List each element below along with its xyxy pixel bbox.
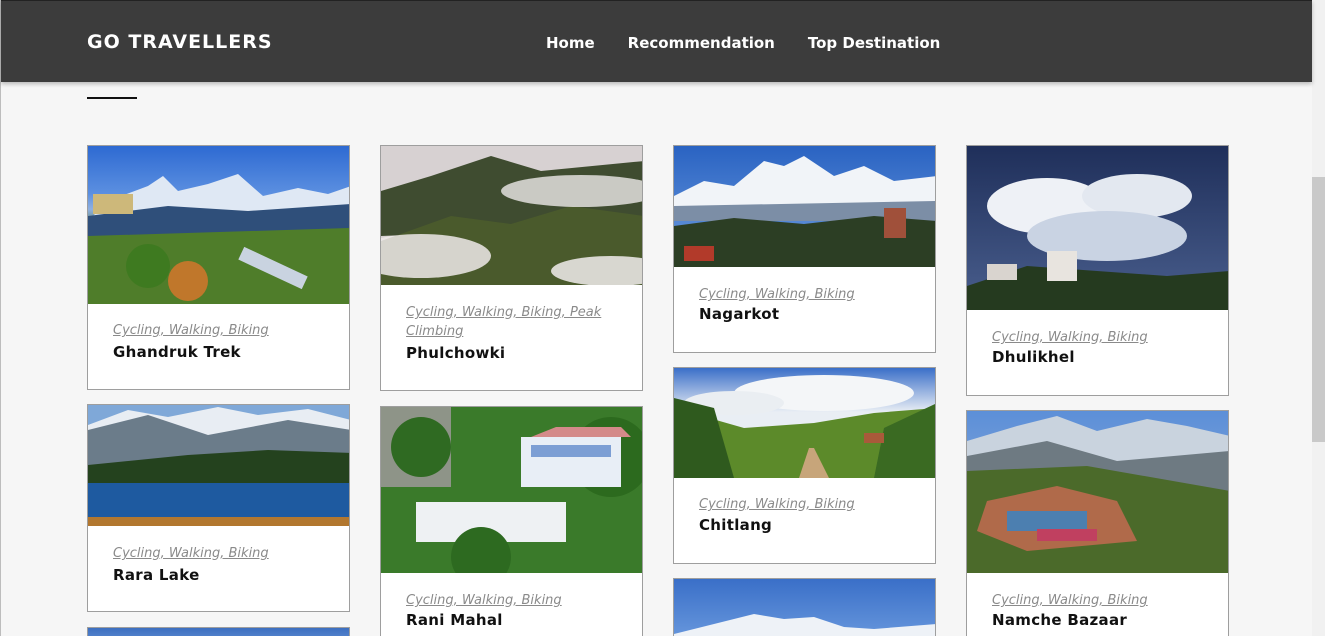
card-image: [674, 368, 935, 478]
top-navbar: GO TRAVELLERS Home Recommendation Top De…: [1, 0, 1312, 82]
card-image: [88, 628, 349, 636]
card-title[interactable]: Rara Lake: [113, 566, 200, 584]
card-title[interactable]: Namche Bazaar: [992, 611, 1127, 629]
destination-card-rani-mahal[interactable]: Cycling, Walking, Biking Rani Mahal: [380, 406, 643, 636]
card-title[interactable]: Chitlang: [699, 516, 772, 534]
card-image: [381, 407, 642, 573]
destination-card-partial[interactable]: [87, 627, 350, 636]
destination-card-dhulikhel[interactable]: Cycling, Walking, Biking Dhulikhel: [966, 145, 1229, 396]
nav-home[interactable]: Home: [546, 34, 595, 52]
nav-recommendation[interactable]: Recommendation: [628, 34, 775, 52]
section-title-underline: [87, 97, 137, 99]
destination-card-rara[interactable]: Cycling, Walking, Biking Rara Lake: [87, 404, 350, 612]
destination-card-chitlang[interactable]: Cycling, Walking, Biking Chitlang: [673, 367, 936, 564]
destination-card-phulchowki[interactable]: Cycling, Walking, Biking, Peak Climbing …: [380, 145, 643, 391]
card-image: [967, 146, 1228, 310]
main-nav: Home Recommendation Top Destination: [546, 34, 973, 52]
card-tags[interactable]: Cycling, Walking, Biking: [113, 544, 328, 563]
brand-logo[interactable]: GO TRAVELLERS: [87, 31, 273, 53]
card-image: [967, 411, 1228, 573]
destination-card-partial[interactable]: [673, 578, 936, 636]
card-title[interactable]: Phulchowki: [406, 344, 505, 362]
card-tags[interactable]: Cycling, Walking, Biking: [992, 328, 1207, 347]
card-image: [674, 579, 935, 636]
destination-card-ghandruk[interactable]: Cycling, Walking, Biking Ghandruk Trek: [87, 145, 350, 390]
card-title[interactable]: Rani Mahal: [406, 611, 503, 629]
card-image: [674, 146, 935, 267]
card-tags[interactable]: Cycling, Walking, Biking: [113, 321, 328, 340]
card-tags[interactable]: Cycling, Walking, Biking: [406, 591, 621, 610]
nav-top-destination[interactable]: Top Destination: [808, 34, 940, 52]
card-tags[interactable]: Cycling, Walking, Biking: [699, 285, 914, 304]
card-image: [381, 146, 642, 285]
card-image: [88, 146, 349, 304]
scrollbar-thumb[interactable]: [1312, 177, 1325, 442]
card-tags[interactable]: Cycling, Walking, Biking: [992, 591, 1207, 610]
card-tags[interactable]: Cycling, Walking, Biking, Peak Climbing: [406, 303, 621, 341]
destination-card-namche-bazaar[interactable]: Cycling, Walking, Biking Namche Bazaar: [966, 410, 1229, 636]
card-image: [88, 405, 349, 526]
destination-card-nagarkot[interactable]: Cycling, Walking, Biking Nagarkot: [673, 145, 936, 353]
card-title[interactable]: Ghandruk Trek: [113, 343, 241, 361]
card-title[interactable]: Nagarkot: [699, 305, 779, 323]
card-title[interactable]: Dhulikhel: [992, 348, 1075, 366]
card-tags[interactable]: Cycling, Walking, Biking: [699, 495, 914, 514]
